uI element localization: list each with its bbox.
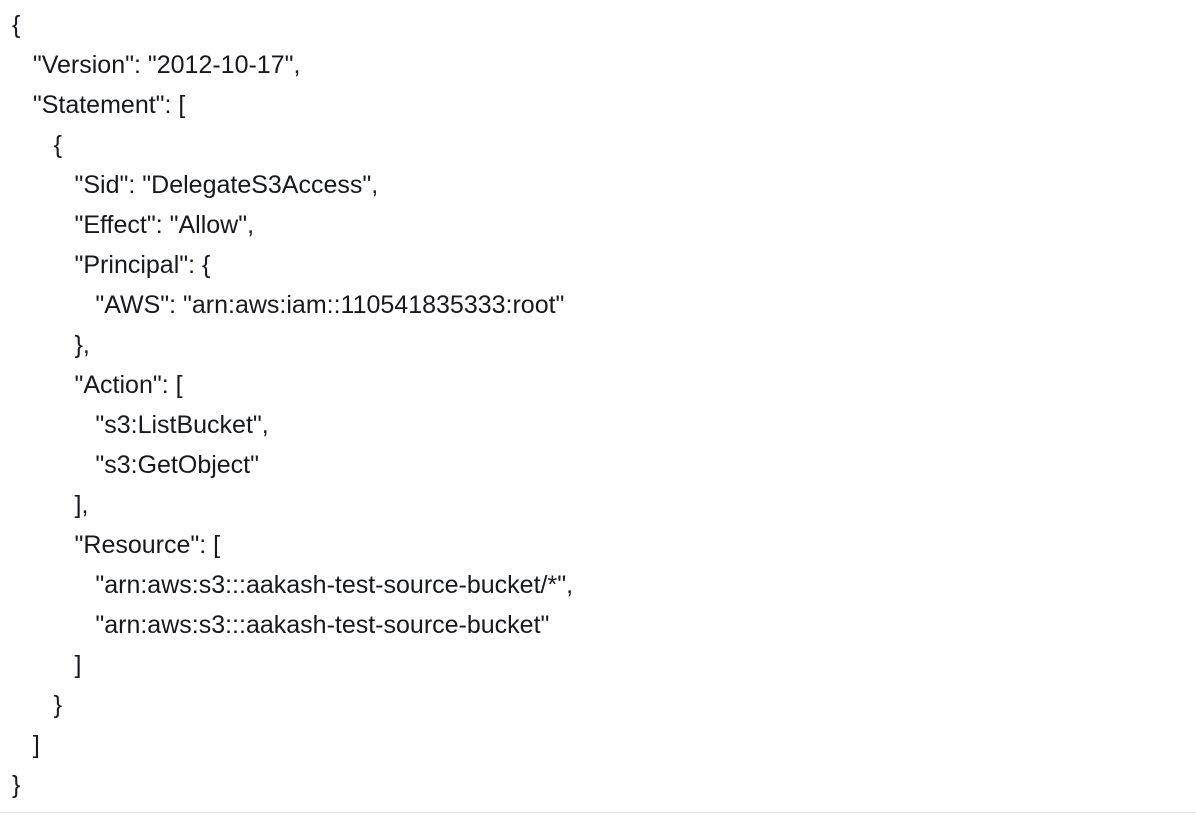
code-line: "s3:GetObject" <box>12 451 259 479</box>
code-line: } <box>12 771 21 799</box>
code-line: "Version": "2012-10-17", <box>12 51 301 79</box>
code-line: { <box>12 11 21 39</box>
code-line: ] <box>12 651 82 679</box>
code-line: "Resource": [ <box>12 531 221 559</box>
code-line: "Sid": "DelegateS3Access", <box>12 171 379 199</box>
code-line: }, <box>12 331 90 359</box>
policy-json-view: { "Version": "2012-10-17", "Statement": … <box>0 0 1196 812</box>
code-line: "arn:aws:s3:::aakash-test-source-bucket" <box>12 611 550 639</box>
code-line: "s3:ListBucket", <box>12 411 269 439</box>
code-line: "Effect": "Allow", <box>12 211 255 239</box>
code-line: { <box>12 131 63 159</box>
code-line: } <box>12 691 63 719</box>
code-line: "Statement": [ <box>12 91 186 119</box>
code-line: "AWS": "arn:aws:iam::110541835333:root" <box>12 291 565 319</box>
code-line: ] <box>12 731 40 759</box>
code-line: "Action": [ <box>12 371 183 399</box>
code-line: "arn:aws:s3:::aakash-test-source-bucket/… <box>12 571 574 599</box>
code-line: ], <box>12 491 89 519</box>
divider <box>0 812 1196 813</box>
code-line: "Principal": { <box>12 251 211 279</box>
